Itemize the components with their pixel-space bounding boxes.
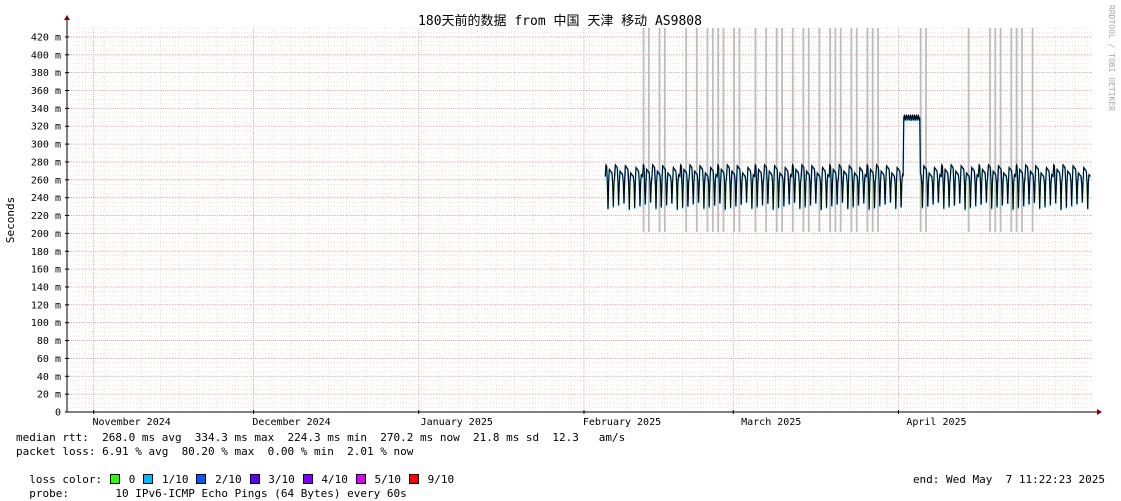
loss-color-swatch xyxy=(408,474,419,484)
y-tick-label: 160 m xyxy=(31,265,61,276)
loss-spike xyxy=(706,28,709,232)
y-tick-label: 360 m xyxy=(31,86,61,97)
x-tick-label: November 2024 xyxy=(93,417,171,428)
loss-spike xyxy=(866,28,869,232)
loss-spike xyxy=(781,28,784,232)
loss-spike xyxy=(818,28,821,232)
y-tick-label: 420 m xyxy=(31,32,61,43)
y-tick-label: 80 m xyxy=(37,336,61,347)
y-tick-label: 300 m xyxy=(31,140,61,151)
loss-spike xyxy=(807,28,810,232)
y-tick-label: 240 m xyxy=(31,193,61,204)
watermark-text: RRDTOOL / TOBI OETIKER xyxy=(1107,5,1116,111)
loss-spike xyxy=(642,28,645,232)
loss-spike xyxy=(1021,28,1023,232)
y-tick-label: 120 m xyxy=(31,300,61,311)
loss-spike xyxy=(765,28,768,232)
loss-spike xyxy=(850,28,853,232)
loss-spike xyxy=(1010,28,1013,232)
y-tick-label: 20 m xyxy=(37,390,61,401)
loss-spike xyxy=(839,28,842,232)
loss-spike xyxy=(717,28,720,232)
loss-spike xyxy=(802,28,805,232)
probe-line: probe: 10 IPv6-ICMP Echo Pings (64 Bytes… xyxy=(16,473,407,500)
loss-spike xyxy=(685,28,688,232)
loss-spike xyxy=(925,28,927,232)
y-tick-label: 60 m xyxy=(37,354,61,365)
loss-spike xyxy=(877,28,879,232)
chart-title: 180天前的数据 from 中国 天津 移动 AS9808 xyxy=(418,13,702,29)
loss-color-legend: loss color: 0 1/10 2/10 3/10 4/10 5/10 9… xyxy=(16,459,454,486)
x-tick-label: April 2025 xyxy=(906,417,966,428)
x-axis-arrow xyxy=(1097,409,1102,415)
x-tick-label: December 2024 xyxy=(252,417,330,428)
y-tick-label: 0 xyxy=(55,408,61,419)
end-timestamp: end: Wed May 7 11:22:23 2025 xyxy=(912,473,1105,486)
y-tick-label: 200 m xyxy=(31,229,61,240)
y-tick-label: 140 m xyxy=(31,282,61,293)
loss-color-value: 9/10 xyxy=(420,473,455,486)
y-tick-label: 100 m xyxy=(31,318,61,329)
y-tick-label: 260 m xyxy=(31,175,61,186)
loss-spike xyxy=(834,28,837,232)
loss-spike xyxy=(754,28,757,232)
loss-spike xyxy=(855,28,858,232)
y-tick-label: 380 m xyxy=(31,68,61,79)
loss-spike xyxy=(738,28,741,232)
loss-spike xyxy=(647,28,650,232)
loss-spike xyxy=(994,28,997,232)
loss-spike xyxy=(989,28,991,232)
loss-spike xyxy=(658,28,661,232)
series-loss-color-segment xyxy=(1089,175,1091,178)
y-tick-label: 320 m xyxy=(31,122,61,133)
chart-canvas: 0 20 m 40 m 60 m 80 m 100 m 120 m 140 m 160 m 180… xyxy=(4,5,1116,428)
x-tick-label: January 2025 xyxy=(421,417,493,428)
loss-spike xyxy=(829,28,831,232)
median-rtt-stats: median rtt: 268.0 ms avg 334.3 ms max 22… xyxy=(16,431,626,444)
y-tick-label: 220 m xyxy=(31,211,61,222)
loss-spike xyxy=(733,28,736,232)
loss-spike xyxy=(711,28,714,232)
loss-spike xyxy=(967,28,970,232)
x-tick-label: March 2025 xyxy=(741,417,801,428)
loss-spike xyxy=(1031,28,1034,232)
loss-spike xyxy=(775,28,778,232)
loss-spike xyxy=(695,28,698,232)
packet-loss-stats: packet loss: 6.91 % avg 80.20 % max 0.00… xyxy=(16,445,414,458)
loss-color-item: 9/10 xyxy=(407,473,454,486)
y-tick-label: 280 m xyxy=(31,157,61,168)
y-tick-label: 40 m xyxy=(37,372,61,383)
loss-spike xyxy=(722,28,725,232)
loss-spike xyxy=(871,28,874,232)
loss-spike xyxy=(791,28,794,232)
loss-spike xyxy=(999,28,1002,232)
y-axis-arrow xyxy=(64,15,70,20)
y-tick-label: 400 m xyxy=(31,50,61,61)
y-axis-label: Seconds xyxy=(4,197,17,243)
loss-spike xyxy=(663,28,666,232)
y-tick-label: 340 m xyxy=(31,104,61,115)
x-tick-label: February 2025 xyxy=(583,417,661,428)
y-tick-label: 180 m xyxy=(31,247,61,258)
loss-spike xyxy=(1015,28,1018,232)
